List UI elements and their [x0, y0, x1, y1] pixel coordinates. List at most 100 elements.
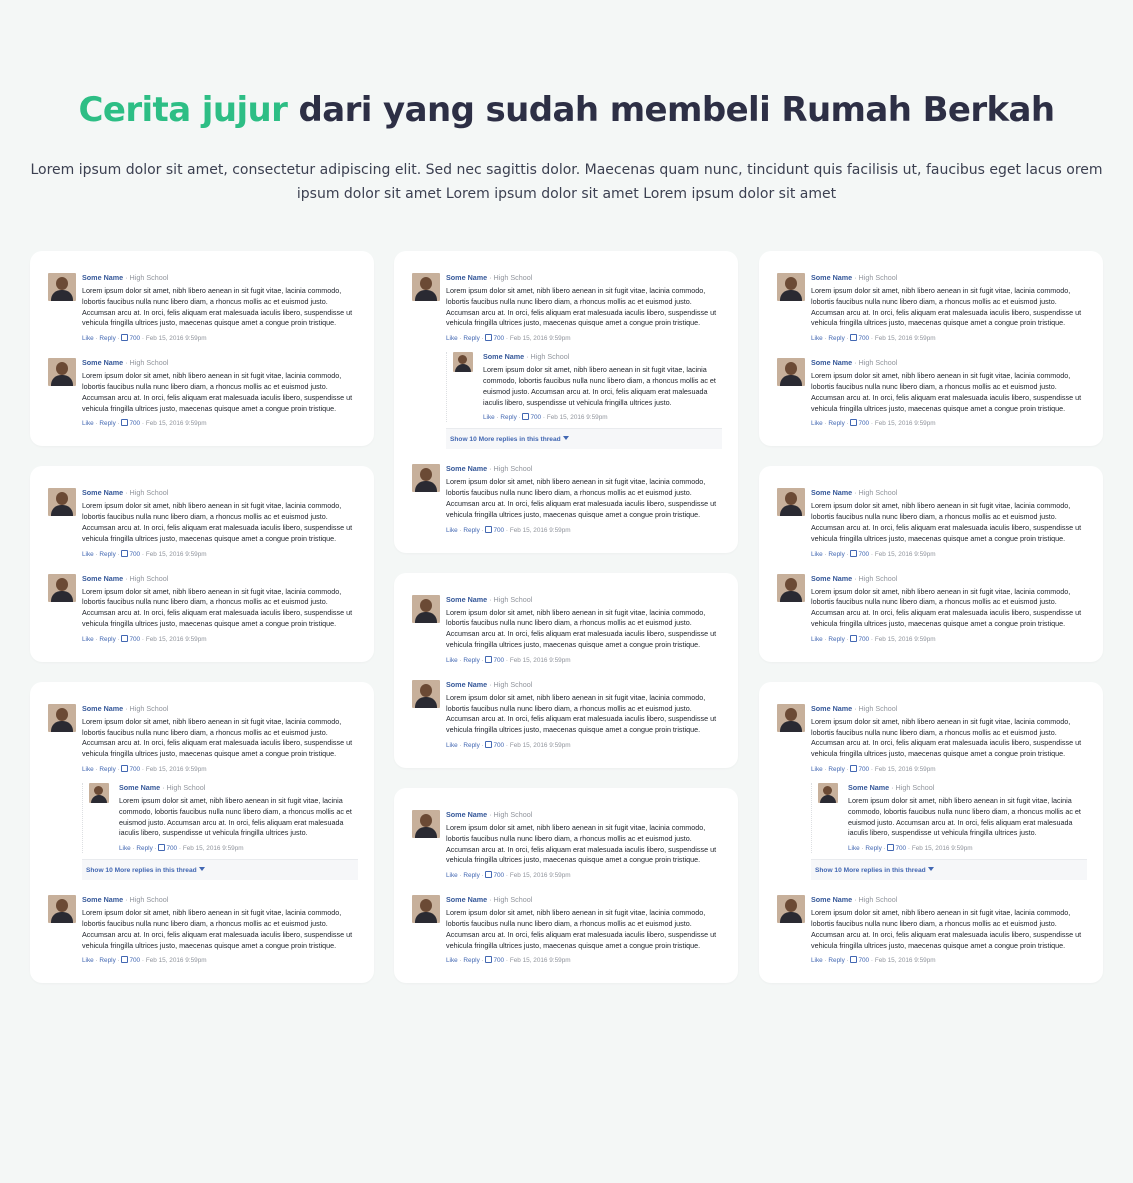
avatar[interactable] — [777, 273, 805, 301]
commenter-name[interactable]: Some Name — [82, 273, 123, 282]
timestamp[interactable]: Feb 15, 2016 9:59pm — [146, 636, 207, 643]
likes-count[interactable]: 700 — [493, 957, 504, 964]
timestamp[interactable]: Feb 15, 2016 9:59pm — [183, 845, 244, 852]
timestamp[interactable]: Feb 15, 2016 9:59pm — [510, 872, 571, 879]
avatar[interactable] — [48, 703, 76, 732]
timestamp[interactable]: Feb 15, 2016 9:59pm — [875, 551, 936, 558]
avatar[interactable] — [412, 273, 440, 301]
timestamp[interactable]: Feb 15, 2016 9:59pm — [146, 551, 207, 558]
reply-link[interactable]: Reply — [865, 845, 881, 852]
like-link[interactable]: Like — [446, 872, 458, 879]
avatar[interactable] — [48, 488, 76, 517]
like-link[interactable]: Like — [811, 551, 823, 558]
reply-link[interactable]: Reply — [828, 766, 844, 773]
reply-link[interactable]: Reply — [99, 420, 115, 427]
likes-count[interactable]: 700 — [129, 420, 140, 427]
like-link[interactable]: Like — [811, 636, 823, 643]
likes-count[interactable]: 700 — [129, 551, 140, 558]
reply-link[interactable]: Reply — [828, 335, 844, 342]
commenter-name[interactable]: Some Name — [811, 895, 852, 904]
timestamp[interactable]: Feb 15, 2016 9:59pm — [510, 527, 571, 534]
timestamp[interactable]: Feb 15, 2016 9:59pm — [912, 845, 973, 852]
like-link[interactable]: Like — [446, 335, 458, 342]
avatar[interactable] — [412, 895, 440, 924]
likes-count[interactable]: 700 — [858, 766, 869, 773]
reply-link[interactable]: Reply — [99, 957, 115, 964]
timestamp[interactable]: Feb 15, 2016 9:59pm — [875, 420, 936, 427]
reply-link[interactable]: Reply — [99, 335, 115, 342]
timestamp[interactable]: Feb 15, 2016 9:59pm — [146, 957, 207, 964]
likes-count[interactable]: 700 — [493, 872, 504, 879]
avatar[interactable] — [48, 273, 76, 301]
like-link[interactable]: Like — [811, 957, 823, 964]
commenter-name[interactable]: Some Name — [811, 273, 852, 282]
commenter-name[interactable]: Some Name — [446, 464, 487, 473]
commenter-name[interactable]: Some Name — [446, 895, 487, 904]
like-link[interactable]: Like — [82, 766, 94, 773]
likes-count[interactable]: 700 — [858, 957, 869, 964]
likes-count[interactable]: 700 — [858, 420, 869, 427]
like-link[interactable]: Like — [82, 636, 94, 643]
likes-count[interactable]: 700 — [493, 657, 504, 664]
likes-count[interactable]: 700 — [129, 335, 140, 342]
show-more-replies-link[interactable]: Show 10 More replies in this thread — [446, 428, 722, 450]
reply-link[interactable]: Reply — [99, 766, 115, 773]
likes-count[interactable]: 700 — [493, 527, 504, 534]
timestamp[interactable]: Feb 15, 2016 9:59pm — [146, 766, 207, 773]
like-link[interactable]: Like — [446, 742, 458, 749]
reply-link[interactable]: Reply — [463, 872, 479, 879]
avatar[interactable] — [89, 782, 109, 803]
reply-link[interactable]: Reply — [463, 657, 479, 664]
timestamp[interactable]: Feb 15, 2016 9:59pm — [146, 335, 207, 342]
likes-count[interactable]: 700 — [858, 636, 869, 643]
timestamp[interactable]: Feb 15, 2016 9:59pm — [547, 414, 608, 421]
avatar[interactable] — [777, 358, 805, 387]
commenter-name[interactable]: Some Name — [119, 783, 160, 792]
reply-link[interactable]: Reply — [828, 636, 844, 643]
commenter-name[interactable]: Some Name — [811, 358, 852, 367]
commenter-name[interactable]: Some Name — [848, 783, 889, 792]
show-more-replies-link[interactable]: Show 10 More replies in this thread — [811, 859, 1087, 881]
avatar[interactable] — [412, 594, 440, 623]
like-link[interactable]: Like — [446, 527, 458, 534]
like-link[interactable]: Like — [446, 957, 458, 964]
like-link[interactable]: Like — [811, 420, 823, 427]
reply-link[interactable]: Reply — [828, 420, 844, 427]
avatar[interactable] — [777, 488, 805, 517]
like-link[interactable]: Like — [82, 420, 94, 427]
reply-link[interactable]: Reply — [136, 845, 152, 852]
reply-link[interactable]: Reply — [99, 551, 115, 558]
commenter-name[interactable]: Some Name — [446, 810, 487, 819]
reply-link[interactable]: Reply — [463, 527, 479, 534]
like-link[interactable]: Like — [82, 957, 94, 964]
likes-count[interactable]: 700 — [129, 636, 140, 643]
timestamp[interactable]: Feb 15, 2016 9:59pm — [875, 766, 936, 773]
avatar[interactable] — [48, 573, 76, 602]
reply-link[interactable]: Reply — [828, 957, 844, 964]
avatar[interactable] — [777, 703, 805, 732]
like-link[interactable]: Like — [848, 845, 860, 852]
like-link[interactable]: Like — [82, 551, 94, 558]
avatar[interactable] — [412, 464, 440, 493]
avatar[interactable] — [777, 895, 805, 924]
reply-link[interactable]: Reply — [463, 957, 479, 964]
reply-link[interactable]: Reply — [828, 551, 844, 558]
commenter-name[interactable]: Some Name — [82, 574, 123, 583]
commenter-name[interactable]: Some Name — [811, 574, 852, 583]
like-link[interactable]: Like — [483, 414, 495, 421]
commenter-name[interactable]: Some Name — [82, 358, 123, 367]
avatar[interactable] — [48, 895, 76, 924]
reply-link[interactable]: Reply — [463, 335, 479, 342]
commenter-name[interactable]: Some Name — [446, 680, 487, 689]
likes-count[interactable]: 700 — [129, 957, 140, 964]
reply-link[interactable]: Reply — [463, 742, 479, 749]
commenter-name[interactable]: Some Name — [82, 488, 123, 497]
like-link[interactable]: Like — [811, 335, 823, 342]
avatar[interactable] — [412, 679, 440, 708]
commenter-name[interactable]: Some Name — [446, 273, 487, 282]
likes-count[interactable]: 700 — [493, 742, 504, 749]
reply-link[interactable]: Reply — [99, 636, 115, 643]
likes-count[interactable]: 700 — [858, 551, 869, 558]
likes-count[interactable]: 700 — [129, 766, 140, 773]
reply-link[interactable]: Reply — [500, 414, 516, 421]
